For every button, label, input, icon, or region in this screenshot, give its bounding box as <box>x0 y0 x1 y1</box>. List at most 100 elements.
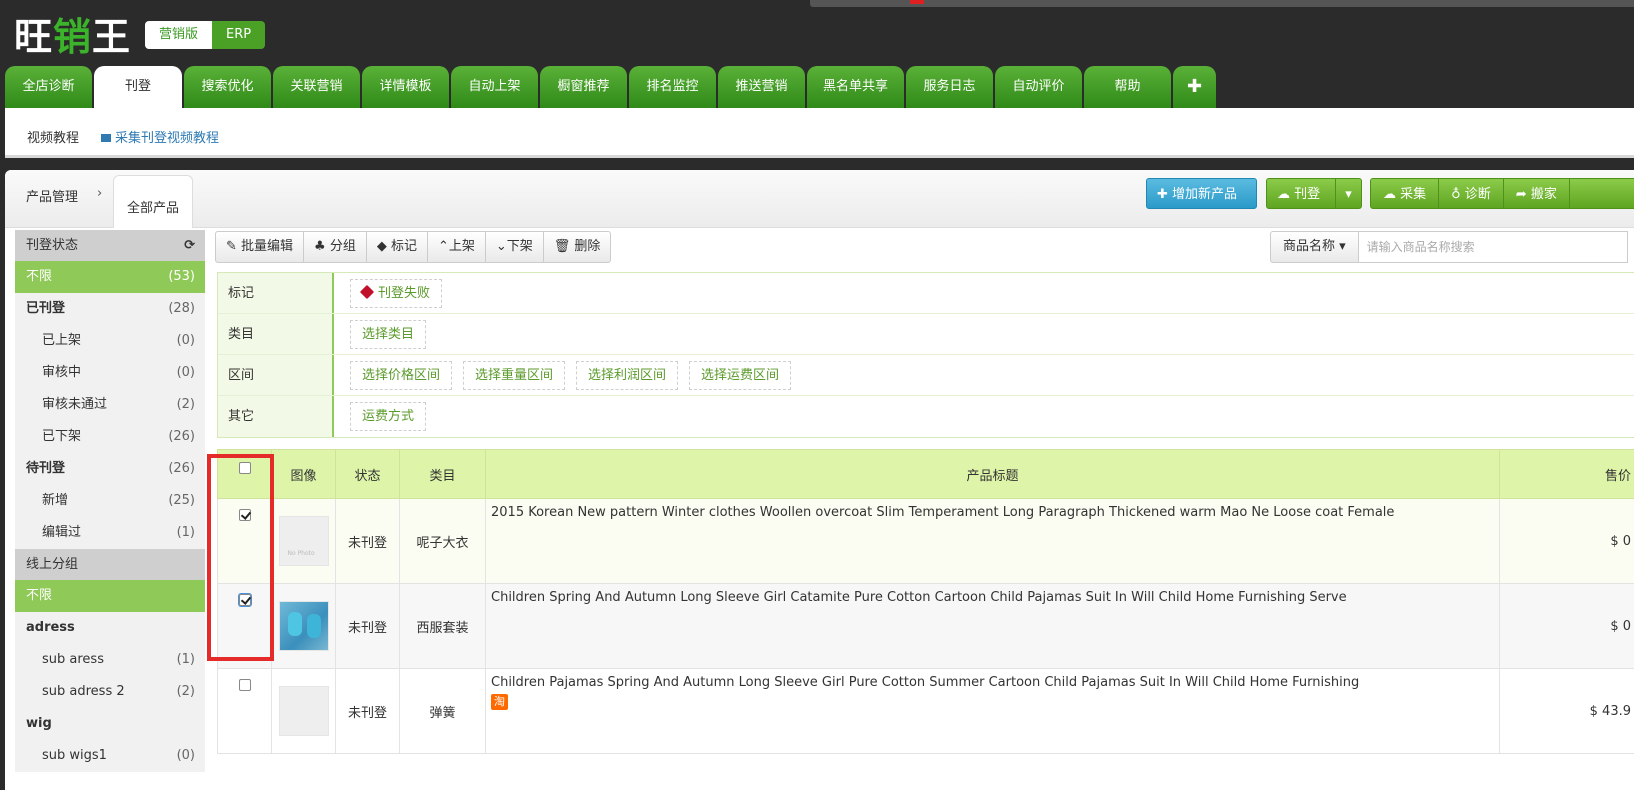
action-button-group: ☁ 采集 ♁ 诊断 ➦ 搬家 <box>1370 178 1634 209</box>
product-table: 图像 状态 类目 产品标题 售价 No Photo 未刊登 呢子大衣 2015 … <box>217 449 1634 754</box>
table-row[interactable]: No Photo 未刊登 呢子大衣 2015 Korean New patter… <box>217 498 1634 584</box>
row-category: 西服套装 <box>399 583 486 669</box>
edition-erp[interactable]: ERP <box>212 21 266 49</box>
row-status: 未刊登 <box>335 668 400 754</box>
list-up-button[interactable]: ⌃上架 <box>428 232 486 262</box>
filter-price-range[interactable]: 选择价格区间 <box>350 360 453 390</box>
product-image[interactable] <box>278 601 329 651</box>
filter-weight-range[interactable]: 选择重量区间 <box>463 360 566 390</box>
tab-auto-list[interactable]: 自动上架 <box>451 66 538 108</box>
sidebar-item-label: 已下架 <box>42 429 82 444</box>
breadcrumb-separator: › <box>97 186 103 201</box>
publish-button[interactable]: ☁ 刊登 ▾ <box>1266 178 1362 209</box>
search-input[interactable]: 请输入商品名称搜索 <box>1358 231 1628 263</box>
filter-profit-range[interactable]: 选择利润区间 <box>576 360 679 390</box>
tab-service-log[interactable]: 服务日志 <box>906 66 994 108</box>
publish-dropdown-caret[interactable]: ▾ <box>1335 179 1361 208</box>
status-item-edited[interactable]: 编辑过 (1) <box>15 517 205 549</box>
sidebar-item-label: sub wigs1 <box>42 748 107 763</box>
taobao-icon: 淘 <box>491 694 508 710</box>
table-row[interactable]: 未刊登 弹簧 Children Pajamas Spring And Autum… <box>217 668 1634 754</box>
sidebar-item-label: 审核未通过 <box>42 397 108 412</box>
status-section-label: 刊登状态 <box>26 238 79 253</box>
table-row[interactable]: 未刊登 西服套装 Children Spring And Autumn Long… <box>217 583 1634 669</box>
tab-search-opt[interactable]: 搜索优化 <box>184 66 271 108</box>
filter-shipping-method[interactable]: 运费方式 <box>350 402 427 431</box>
diagnose-button[interactable]: ♁ 诊断 <box>1439 179 1504 208</box>
group-item-wig[interactable]: wig <box>15 708 205 740</box>
group-item-sub-wigs1[interactable]: sub wigs1 (0) <box>15 740 205 772</box>
sidebar-item-count: (26) <box>168 429 195 444</box>
col-status: 状态 <box>335 449 400 499</box>
row-title[interactable]: 2015 Korean New pattern Winter clothes W… <box>485 498 1500 584</box>
tab-auto-review[interactable]: 自动评价 <box>995 66 1083 108</box>
status-item-pending[interactable]: 待刊登 (26) <box>15 453 205 485</box>
app-logo[interactable]: 旺销王 <box>14 6 131 61</box>
filter-label: 区间 <box>218 355 334 395</box>
row-title[interactable]: Children Spring And Autumn Long Sleeve G… <box>485 583 1500 669</box>
status-section-title: 刊登状态 ⟳ <box>15 230 205 261</box>
status-item-reviewing[interactable]: 审核中 (0) <box>15 357 205 389</box>
col-price: 售价 <box>1499 449 1634 499</box>
status-item-all[interactable]: 不限 (53) <box>15 261 205 293</box>
list-down-button[interactable]: ⌄下架 <box>486 232 544 262</box>
group-item-sub-adress-2[interactable]: sub adress 2 (2) <box>15 676 205 708</box>
search-field-select[interactable]: 商品名称 ▾ <box>1270 231 1359 263</box>
breadcrumb-current[interactable]: 全部产品 <box>113 175 193 228</box>
filter-shipping-range[interactable]: 选择运费区间 <box>689 360 792 390</box>
video-tutorial-link[interactable]: 采集刊登视频教程 <box>101 127 219 146</box>
row-checkbox[interactable] <box>238 679 251 691</box>
panel-header: 产品管理 › 全部产品 ✚ 增加新产品 ☁ 刊登 ▾ ☁ 采集 ♁ 诊断 ➦ 搬家 <box>5 170 1634 228</box>
filter-select-category[interactable]: 选择类目 <box>350 319 427 349</box>
tab-diagnosis[interactable]: 全店诊断 <box>5 66 92 108</box>
add-product-button[interactable]: ✚ 增加新产品 <box>1146 178 1257 209</box>
tab-related-marketing[interactable]: 关联营销 <box>273 66 360 108</box>
move-button[interactable]: ➦ 搬家 <box>1504 179 1570 208</box>
sidebar-item-label: 新增 <box>42 493 69 508</box>
status-item-listed[interactable]: 已上架 (0) <box>15 325 205 357</box>
video-tutorial-link-text: 采集刊登视频教程 <box>115 131 220 146</box>
tab-blacklist[interactable]: 黑名单共享 <box>807 66 905 108</box>
status-item-rejected[interactable]: 审核未通过 (2) <box>15 389 205 421</box>
group-item-sub-aress[interactable]: sub aress (1) <box>15 644 205 676</box>
row-category: 弹簧 <box>399 668 486 754</box>
breadcrumb-parent[interactable]: 产品管理 <box>26 186 78 205</box>
filter-publish-failed[interactable]: 刊登失败 <box>350 278 443 308</box>
group-item-all[interactable]: 不限 <box>15 580 205 612</box>
add-tab-button[interactable]: ✚ <box>1173 66 1217 108</box>
tab-push-marketing[interactable]: 推送营销 <box>718 66 805 108</box>
tab-detail-template[interactable]: 详情模板 <box>362 66 449 108</box>
status-item-new[interactable]: 新增 (25) <box>15 485 205 517</box>
no-photo-text: No Photo <box>287 550 315 557</box>
batch-toolbar: ✎ 批量编辑 ♣ 分组 ◆ 标记 ⌃上架 ⌄下架 🗑 删除 <box>215 231 612 263</box>
sidebar-item-label: sub adress 2 <box>42 684 125 699</box>
group-button[interactable]: ♣ 分组 <box>304 232 367 262</box>
sidebar-item-count: (25) <box>168 493 195 508</box>
tab-publish[interactable]: 刊登 <box>94 66 182 108</box>
video-tutorial-label[interactable]: 视频教程 <box>27 127 79 146</box>
tag-icon <box>359 284 375 299</box>
delete-button[interactable]: 🗑 删除 <box>544 232 611 262</box>
status-item-delisted[interactable]: 已下架 (26) <box>15 421 205 453</box>
refresh-icon[interactable]: ⟳ <box>184 230 195 261</box>
mark-button[interactable]: ◆ 标记 <box>367 232 428 262</box>
status-item-published[interactable]: 已刊登 (28) <box>15 293 205 325</box>
row-title-cell[interactable]: Children Pajamas Spring And Autumn Long … <box>485 668 1500 754</box>
group-item-adress[interactable]: adress <box>15 612 205 644</box>
tab-rank-monitor[interactable]: 排名监控 <box>629 66 716 108</box>
batch-edit-button[interactable]: ✎ 批量编辑 <box>216 232 305 262</box>
sidebar-item-label: wig <box>26 716 52 731</box>
tab-window-recommend[interactable]: 橱窗推荐 <box>540 66 627 108</box>
main-nav: 全店诊断 刊登 搜索优化 关联营销 详情模板 自动上架 橱窗推荐 排名监控 推送… <box>5 66 1218 108</box>
sidebar-item-label: 已刊登 <box>26 301 66 316</box>
product-image[interactable] <box>278 686 329 736</box>
tab-help[interactable]: 帮助 <box>1084 66 1172 108</box>
collect-button[interactable]: ☁ 采集 <box>1371 179 1440 208</box>
sidebar-item-count: (1) <box>176 652 195 667</box>
col-title: 产品标题 <box>485 449 1500 499</box>
filter-label: 其它 <box>218 396 334 437</box>
sidebar-item-label: 编辑过 <box>42 525 82 540</box>
row-status: 未刊登 <box>335 583 400 669</box>
filter-row-range: 区间 选择价格区间 选择重量区间 选择利润区间 选择运费区间 <box>218 355 1634 396</box>
edition-marketing[interactable]: 营销版 <box>145 21 213 49</box>
